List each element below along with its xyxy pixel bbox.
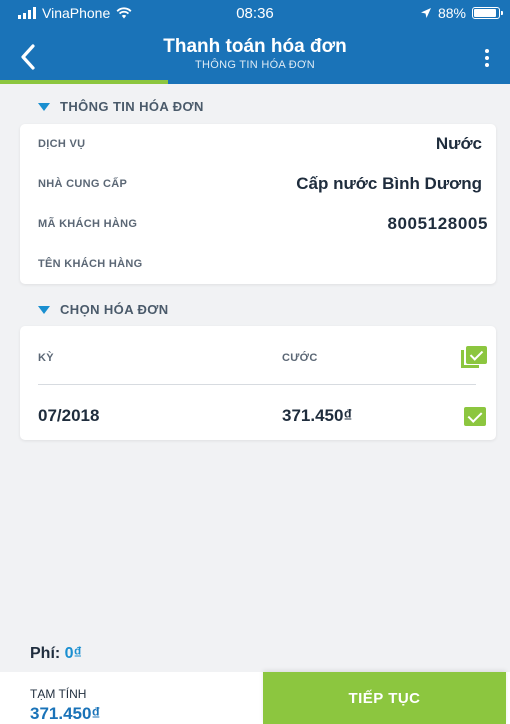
continue-button[interactable]: TIẾP TỤC bbox=[263, 672, 506, 724]
info-row-service: DỊCH VỤ Nước bbox=[38, 134, 482, 153]
more-vertical-icon bbox=[485, 49, 489, 67]
location-arrow-icon bbox=[420, 8, 431, 18]
status-bar: VinaPhone 08:36 88% bbox=[0, 0, 510, 26]
column-charge: CƯỚC bbox=[282, 352, 318, 364]
total-label: TẠM TÍNH bbox=[30, 687, 87, 701]
chevron-left-icon bbox=[21, 44, 35, 70]
divider bbox=[38, 384, 476, 385]
fee-line: Phí: 0₫ bbox=[30, 645, 82, 663]
page-title: Thanh toán hóa đơn bbox=[163, 36, 347, 57]
battery-percent: 88% bbox=[437, 5, 466, 21]
bill-checkbox[interactable] bbox=[464, 407, 486, 426]
step-progress-fill bbox=[0, 80, 169, 84]
bill-charge: 371.450₫ bbox=[282, 406, 353, 425]
step-progress bbox=[0, 80, 510, 84]
info-row-customer-name: TÊN KHÁCH HÀNG bbox=[38, 258, 143, 270]
select-all-checkbox[interactable] bbox=[461, 346, 487, 370]
bill-period: 07/2018 bbox=[38, 406, 100, 425]
bill-select-card: KỲ CƯỚC 07/2018 371.450₫ bbox=[20, 326, 496, 440]
column-period: KỲ bbox=[38, 352, 54, 364]
collapse-triangle-icon bbox=[38, 305, 50, 314]
fee-label: Phí: bbox=[30, 645, 61, 662]
fee-value: 0₫ bbox=[64, 645, 82, 662]
bill-select-heading[interactable]: CHỌN HÓA ĐƠN bbox=[38, 302, 169, 317]
battery-icon bbox=[472, 7, 503, 19]
bill-info-card: DỊCH VỤ Nước NHÀ CUNG CẤP Cấp nước Bình … bbox=[20, 124, 496, 284]
back-button[interactable] bbox=[10, 38, 46, 76]
info-row-customer-code: MÃ KHÁCH HÀNG 8005128005 bbox=[38, 214, 488, 233]
more-menu-button[interactable] bbox=[474, 42, 500, 74]
collapse-triangle-icon bbox=[38, 102, 50, 111]
page-subtitle: THÔNG TIN HÓA ĐƠN bbox=[194, 59, 316, 71]
bill-info-heading[interactable]: THÔNG TIN HÓA ĐƠN bbox=[38, 99, 204, 114]
bill-table-header: KỲ CƯỚC bbox=[20, 326, 496, 382]
info-row-provider: NHÀ CUNG CẤP Cấp nước Bình Dương bbox=[38, 174, 482, 193]
table-row[interactable]: 07/2018 371.450₫ bbox=[20, 394, 496, 438]
app-header: VinaPhone 08:36 88% Thanh toán hóa đơn T… bbox=[0, 0, 510, 84]
total-value: 371.450₫ bbox=[30, 704, 101, 723]
